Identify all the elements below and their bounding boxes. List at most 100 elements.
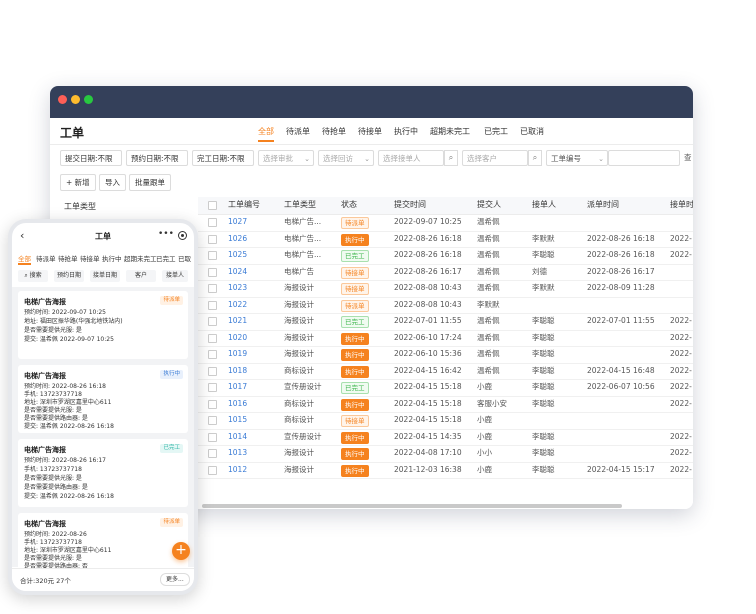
phone-tab-3[interactable]: 待接单 bbox=[80, 253, 100, 263]
complete-date-filter[interactable]: 完工日期:不限 bbox=[192, 150, 254, 166]
submit-date-filter[interactable]: 提交日期:不限 bbox=[60, 150, 122, 166]
row-checkbox[interactable] bbox=[208, 284, 217, 293]
order-id-link[interactable]: 1013 bbox=[228, 445, 247, 461]
tab-6[interactable]: 已完工 bbox=[484, 126, 508, 137]
phone-tab-0[interactable]: 全部 bbox=[18, 253, 31, 265]
table-row[interactable]: 1014 宣传册设计 执行中 2022-04-15 14:35 小鹿 李聪聪 2022- bbox=[198, 429, 693, 446]
phone-filter[interactable]: 接单人 bbox=[162, 270, 188, 282]
phone-filter[interactable]: 客户 bbox=[126, 270, 156, 282]
tab-0[interactable]: 全部 bbox=[258, 126, 274, 142]
order-id-link[interactable]: 1015 bbox=[228, 412, 247, 428]
tab-2[interactable]: 待抢单 bbox=[322, 126, 346, 137]
table-row[interactable]: 1023 海报设计 待接单 2022-08-08 10:43 温希佩 李默默 2022-08… bbox=[198, 280, 693, 298]
table-row[interactable]: 1017 宣传册设计 已完工 2022-04-15 15:18 小鹿 李聪聪 2022-06… bbox=[198, 379, 693, 397]
tab-7[interactable]: 已取消 bbox=[520, 126, 544, 137]
table-row[interactable]: 1013 海报设计 执行中 2022-04-08 17:10 小小 李聪聪 2022- bbox=[198, 445, 693, 463]
order-id-link[interactable]: 1027 bbox=[228, 214, 247, 230]
row-checkbox[interactable] bbox=[208, 366, 217, 376]
row-checkbox[interactable] bbox=[208, 416, 217, 425]
phone-filter[interactable]: 接单日期 bbox=[90, 270, 120, 282]
order-id-link[interactable]: 1026 bbox=[228, 231, 247, 247]
search-icon[interactable]: ⌕ bbox=[528, 150, 542, 166]
phone-tab-5[interactable]: 超期未完工 bbox=[124, 253, 157, 263]
tab-4[interactable]: 执行中 bbox=[394, 126, 418, 137]
table-row[interactable]: 1027 电梯广告... 待派单 2022-09-07 10:25 温希佩 bbox=[198, 214, 693, 232]
table-row[interactable]: 1012 海报设计 执行中 2021-12-03 16:38 小鹿 李聪聪 2022-04-… bbox=[198, 462, 693, 479]
order-id-link[interactable]: 1014 bbox=[228, 429, 247, 445]
row-checkbox[interactable] bbox=[208, 350, 217, 359]
maximize-window-button[interactable] bbox=[84, 95, 93, 104]
appoint-date-filter[interactable]: 预约日期:不限 bbox=[126, 150, 188, 166]
minimize-window-button[interactable] bbox=[71, 95, 80, 104]
visit-select[interactable]: 选择回访 ⌄ bbox=[318, 150, 374, 166]
table-cell: 温希佩 bbox=[477, 365, 500, 375]
row-checkbox[interactable] bbox=[208, 333, 217, 343]
phone-tab-7[interactable]: 已取 bbox=[178, 253, 191, 263]
row-checkbox[interactable] bbox=[208, 399, 217, 409]
more-button[interactable]: 更多... bbox=[160, 573, 190, 586]
order-id-link[interactable]: 1012 bbox=[228, 462, 247, 478]
order-id-link[interactable]: 1022 bbox=[228, 297, 247, 313]
order-card[interactable]: 电梯广告海报 执行中 预约时间: 2022-08-26 16:18 手机: 13723… bbox=[18, 365, 188, 433]
row-checkbox[interactable] bbox=[208, 383, 217, 392]
row-checkbox[interactable] bbox=[208, 465, 217, 475]
phone-tab-6[interactable]: 已完工 bbox=[156, 253, 176, 263]
order-card[interactable]: 电梯广告海报 待派单 预约时间: 2022-08-26 手机: 13723737718… bbox=[18, 513, 188, 578]
row-checkbox[interactable] bbox=[208, 218, 217, 227]
close-window-button[interactable] bbox=[58, 95, 67, 104]
table-row[interactable]: 1025 电梯广告... 已完工 2022-08-26 16:18 温希佩 李聪聪 2022… bbox=[198, 247, 693, 265]
table-row[interactable]: 1020 海报设计 执行中 2022-06-10 17:24 温希佩 李聪聪 2022- bbox=[198, 330, 693, 347]
select-all-checkbox[interactable] bbox=[208, 201, 217, 210]
order-no-input[interactable] bbox=[608, 150, 680, 166]
phone-filter[interactable]: 预约日期 bbox=[54, 270, 84, 282]
order-id-link[interactable]: 1023 bbox=[228, 280, 247, 296]
order-id-link[interactable]: 1018 bbox=[228, 363, 247, 379]
order-id-link[interactable]: 1019 bbox=[228, 346, 247, 362]
customer-input[interactable]: 选择客户 bbox=[462, 150, 528, 166]
tab-1[interactable]: 待派单 bbox=[286, 126, 310, 137]
row-checkbox[interactable] bbox=[208, 234, 217, 244]
review-select[interactable]: 选择审批 ⌄ bbox=[258, 150, 314, 166]
phone-tab-1[interactable]: 待派单 bbox=[36, 253, 56, 263]
order-no-select[interactable]: 工单编号 ⌄ bbox=[546, 150, 608, 166]
table-row[interactable]: 1015 商标设计 待接单 2022-04-15 15:18 小鹿 bbox=[198, 412, 693, 430]
table-row[interactable]: 1018 商标设计 执行中 2022-04-15 16:42 温希佩 李聪聪 2022-04… bbox=[198, 363, 693, 380]
table-row[interactable]: 1024 电梯广告 待接单 2022-08-26 16:17 温希佩 刘德 2022-08-… bbox=[198, 264, 693, 281]
row-checkbox[interactable] bbox=[208, 300, 217, 310]
order-id-link[interactable]: 1016 bbox=[228, 396, 247, 412]
order-id-link[interactable]: 1025 bbox=[228, 247, 247, 263]
order-card[interactable]: 电梯广告海报 待派单 预约时间: 2022-09-07 10:25 地址: 福田区振华… bbox=[18, 291, 188, 359]
table-row[interactable]: 1019 海报设计 执行中 2022-06-10 15:36 温希佩 李聪聪 2022- bbox=[198, 346, 693, 364]
row-checkbox[interactable] bbox=[208, 317, 217, 326]
batch-follow-button[interactable]: 批量跟单 bbox=[129, 174, 171, 191]
record-icon[interactable] bbox=[178, 231, 187, 240]
tab-5[interactable]: 超期未完工 bbox=[430, 126, 470, 137]
receiver-input[interactable]: 选择接单人 bbox=[378, 150, 444, 166]
row-checkbox[interactable] bbox=[208, 449, 217, 458]
horizontal-scrollbar[interactable] bbox=[202, 504, 622, 508]
table-cell: 电梯广告... bbox=[284, 250, 322, 259]
table-row[interactable]: 1016 商标设计 执行中 2022-04-15 15:18 客服小安 李聪聪 2022- bbox=[198, 396, 693, 413]
import-button[interactable]: 导入 bbox=[99, 174, 126, 191]
order-id-link[interactable]: 1017 bbox=[228, 379, 247, 395]
row-checkbox[interactable] bbox=[208, 267, 217, 277]
row-checkbox[interactable] bbox=[208, 432, 217, 442]
phone-tab-4[interactable]: 执行中 bbox=[102, 253, 122, 263]
phone-tab-2[interactable]: 待抢单 bbox=[58, 253, 78, 263]
table-row[interactable]: 1026 电梯广告... 执行中 2022-08-26 16:18 温希佩 李默默 2022… bbox=[198, 231, 693, 248]
add-fab-button[interactable]: + bbox=[172, 542, 190, 560]
row-checkbox[interactable] bbox=[208, 251, 217, 260]
order-id-link[interactable]: 1024 bbox=[228, 264, 247, 280]
table-row[interactable]: 1022 海报设计 待派单 2022-08-08 10:43 李默默 bbox=[198, 297, 693, 314]
add-button[interactable]: + 新增 bbox=[60, 174, 96, 191]
order-id-link[interactable]: 1021 bbox=[228, 313, 247, 329]
tab-3[interactable]: 待接单 bbox=[358, 126, 382, 137]
table-cell: 李聪聪 bbox=[532, 464, 555, 474]
search-icon[interactable]: ⌕ bbox=[444, 150, 458, 166]
order-card[interactable]: 电梯广告海报 已完工 预约时间: 2022-08-26 16:17 手机: 13723… bbox=[18, 439, 188, 507]
phone-search-button[interactable]: ⌕ 搜索 bbox=[18, 270, 48, 282]
table-row[interactable]: 1021 海报设计 已完工 2022-07-01 11:55 温希佩 李聪聪 2022-07… bbox=[198, 313, 693, 331]
more-icon[interactable]: ••• bbox=[158, 229, 174, 239]
search-button[interactable]: 查 bbox=[680, 150, 693, 166]
order-id-link[interactable]: 1020 bbox=[228, 330, 247, 346]
